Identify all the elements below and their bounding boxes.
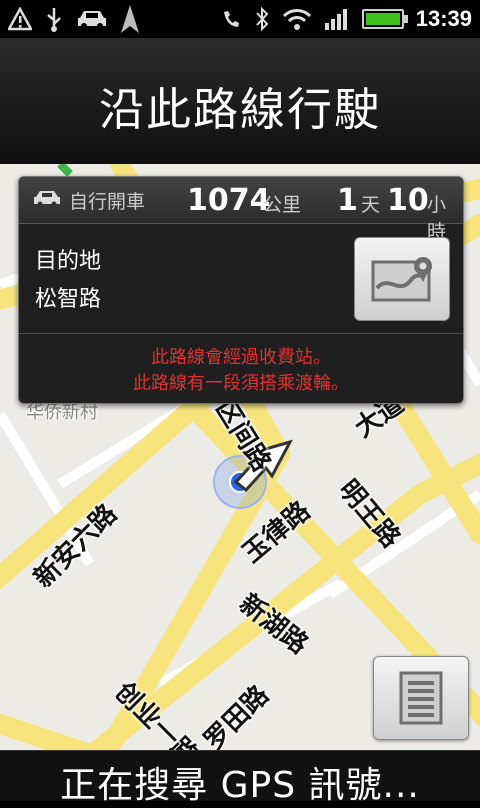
status-bar: 13:39 bbox=[0, 0, 480, 38]
destination-label: 目的地 bbox=[35, 249, 102, 274]
car-icon bbox=[34, 191, 60, 207]
page-title: 沿此路線行駛 bbox=[98, 83, 381, 136]
duration-hours: 10 bbox=[387, 183, 429, 218]
distance-value: 1074 bbox=[187, 183, 271, 218]
directions-list-button[interactable] bbox=[373, 656, 469, 740]
title-bar: 沿此路線行駛 bbox=[0, 38, 480, 165]
usb-icon bbox=[47, 8, 61, 32]
navigation-arrow-icon bbox=[121, 5, 139, 33]
clock: 13:39 bbox=[415, 6, 472, 31]
divider bbox=[19, 333, 463, 334]
wifi-icon bbox=[282, 9, 311, 30]
mute-icon bbox=[223, 11, 239, 27]
warning-ferry: 此路線有一段須搭乘渡輪。 bbox=[133, 373, 349, 394]
duration-days-unit: 天 bbox=[361, 194, 381, 216]
destination-name: 松智路 bbox=[35, 287, 102, 312]
gps-status-bar: 正在搜尋 GPS 訊號... bbox=[0, 750, 480, 806]
warning-icon bbox=[8, 7, 32, 31]
signal-icon bbox=[324, 9, 347, 30]
warning-toll: 此路線會經過收費站。 bbox=[151, 347, 331, 368]
map-icon bbox=[371, 257, 432, 302]
duration-days: 1 bbox=[337, 183, 358, 218]
battery-icon bbox=[361, 9, 408, 29]
car-icon bbox=[78, 11, 106, 29]
list-icon bbox=[399, 671, 443, 725]
distance-unit: 公里 bbox=[263, 194, 302, 216]
route-summary: 自行開車 1074 公里 1 天 10 小時 bbox=[19, 177, 463, 243]
gps-status-text: 正在搜尋 GPS 訊號... bbox=[60, 765, 420, 806]
bluetooth-icon bbox=[255, 6, 269, 32]
duration-hours-unit: 小時 bbox=[427, 194, 447, 243]
route-info-panel: 自行開車 1074 公里 1 天 10 小時 目的地 松智路 此路線會經過收費站… bbox=[18, 176, 464, 404]
travel-mode-label: 自行開車 bbox=[69, 191, 146, 213]
show-map-button[interactable] bbox=[354, 237, 450, 321]
